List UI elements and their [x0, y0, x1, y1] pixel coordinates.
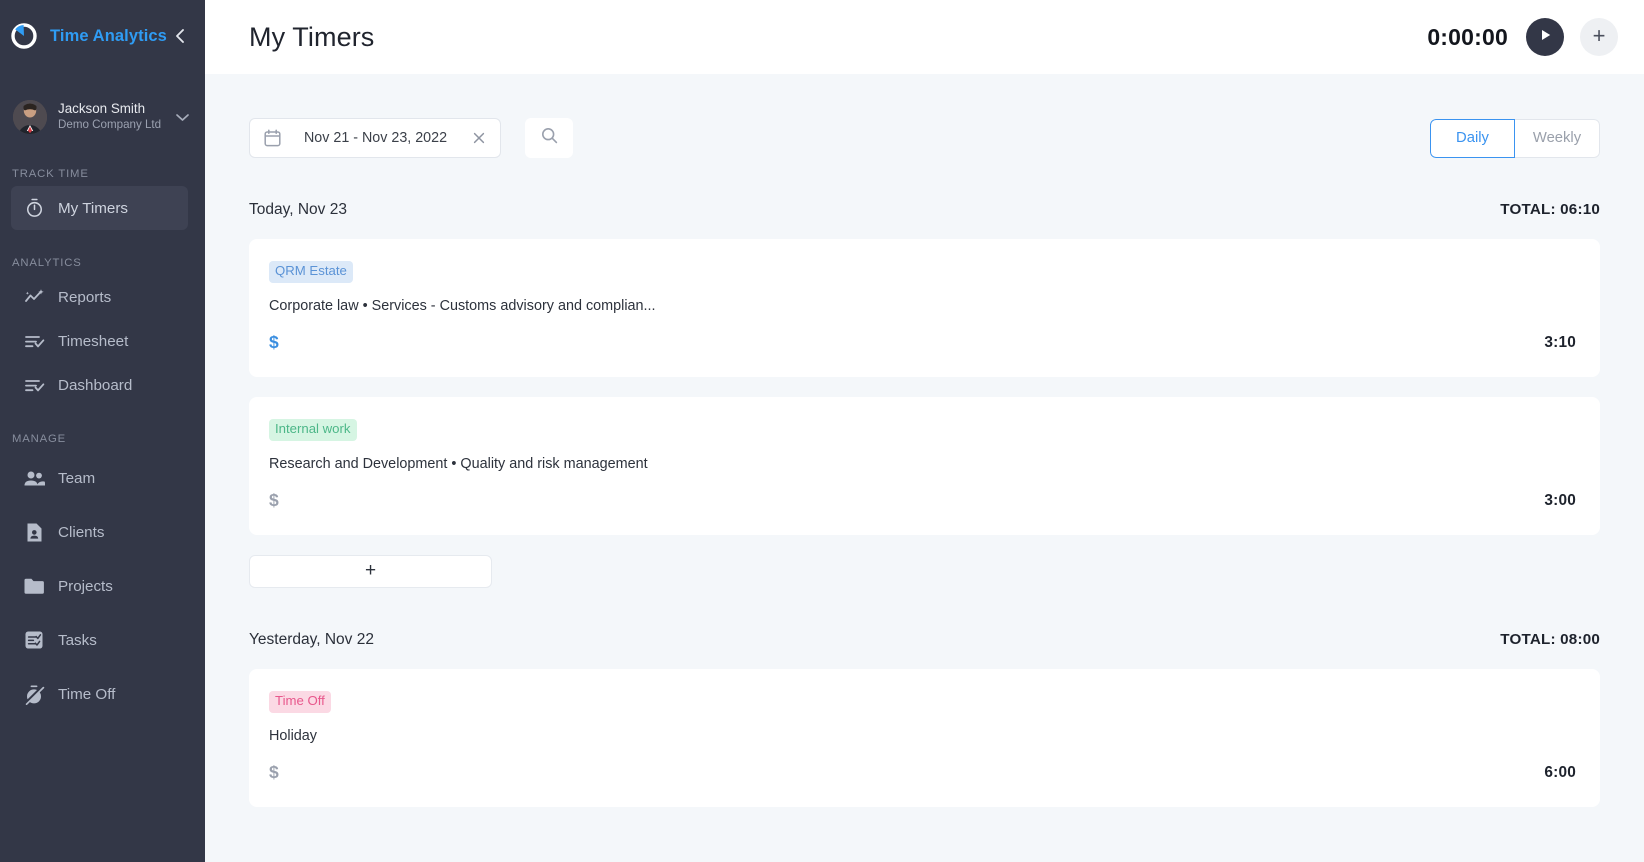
view-mode-toggle: Daily Weekly — [1430, 118, 1600, 158]
sidebar-item-label: Tasks — [58, 631, 97, 649]
timer-entry-card[interactable]: Internal work Research and Development •… — [249, 397, 1600, 535]
running-timer-display: 0:00:00 — [1427, 23, 1508, 50]
entry-duration: 3:00 — [1544, 491, 1576, 509]
sidebar-item-reports[interactable]: Reports — [11, 275, 188, 319]
contact-card-icon — [23, 521, 45, 543]
entry-footer: $ 3:10 — [269, 334, 1576, 352]
day-header-today: Today, Nov 23 TOTAL: 06:10 — [249, 201, 1600, 219]
analytics-sparkline-icon — [23, 286, 45, 308]
sidebar-item-label: Time Off — [58, 685, 116, 703]
nav-section-track-time-label: TRACK TIME — [12, 168, 89, 180]
sidebar-item-tasks[interactable]: Tasks — [11, 613, 188, 667]
project-chip: QRM Estate — [269, 261, 353, 283]
circular-timer-logo-icon — [8, 20, 40, 52]
date-range-value: Nov 21 - Nov 23, 2022 — [303, 130, 448, 146]
day-label: Yesterday, Nov 22 — [249, 631, 374, 648]
tab-daily[interactable]: Daily — [1430, 118, 1515, 158]
folder-icon — [23, 575, 45, 597]
play-icon — [1538, 27, 1553, 48]
chevron-down-icon[interactable] — [171, 106, 193, 128]
user-company: Demo Company Ltd — [58, 118, 162, 132]
sidebar-item-time-off[interactable]: Time Off — [11, 667, 188, 721]
sidebar-item-team[interactable]: Team — [11, 451, 188, 505]
page-title: My Timers — [249, 21, 375, 52]
day-total: TOTAL: 06:10 — [1500, 201, 1600, 218]
billable-indicator-icon[interactable]: $ — [269, 492, 279, 510]
stopwatch-icon — [23, 197, 45, 219]
search-button[interactable] — [525, 118, 573, 158]
sidebar-item-label: My Timers — [58, 199, 129, 217]
billable-indicator-icon[interactable]: $ — [269, 764, 279, 782]
add-entry-button[interactable]: + — [249, 555, 492, 588]
sidebar-item-label: Dashboard — [58, 376, 133, 394]
entry-footer: $ 3:00 — [269, 492, 1576, 510]
entry-footer: $ 6:00 — [269, 764, 1576, 782]
close-x-icon[interactable] — [470, 129, 488, 147]
topbar-actions: 0:00:00 + — [1427, 18, 1618, 56]
sidebar: Time Analytics Jackson Smith Demo Compan… — [0, 0, 205, 862]
sidebar-item-projects[interactable]: Projects — [11, 559, 188, 613]
people-icon — [23, 467, 45, 489]
project-chip: Time Off — [269, 691, 331, 713]
nav-section-manage-label: MANAGE — [12, 433, 67, 445]
project-chip: Internal work — [269, 419, 357, 441]
sidebar-item-my-timers[interactable]: My Timers — [11, 186, 188, 230]
entry-description: Research and Development • Quality and r… — [269, 455, 648, 472]
sidebar-item-label: Team — [58, 469, 96, 487]
day-total: TOTAL: 08:00 — [1500, 631, 1600, 648]
brand-row: Time Analytics — [0, 0, 205, 72]
main-area: My Timers 0:00:00 + Nov 21 - Nov 23, 202… — [205, 0, 1644, 862]
sidebar-item-label: Reports — [58, 288, 112, 306]
add-timer-button[interactable]: + — [1580, 18, 1618, 56]
start-timer-button[interactable] — [1526, 18, 1564, 56]
billable-indicator-icon[interactable]: $ — [269, 334, 279, 352]
sidebar-item-timesheet[interactable]: Timesheet — [11, 319, 188, 363]
brand-name: Time Analytics — [50, 26, 167, 45]
day-label: Today, Nov 23 — [249, 201, 347, 218]
timer-entry-card[interactable]: QRM Estate Corporate law • Services - Cu… — [249, 239, 1600, 377]
day-header-yesterday: Yesterday, Nov 22 TOTAL: 08:00 — [249, 631, 1600, 649]
entry-description: Corporate law • Services - Customs advis… — [269, 297, 656, 314]
tab-weekly[interactable]: Weekly — [1515, 118, 1600, 158]
sidebar-item-dashboard[interactable]: Dashboard — [11, 363, 188, 407]
avatar — [13, 100, 47, 134]
entry-duration: 3:10 — [1544, 333, 1576, 351]
list-check-icon — [23, 374, 45, 396]
search-icon — [540, 126, 559, 150]
stopwatch-off-icon — [23, 683, 45, 705]
entry-description: Holiday — [269, 727, 317, 744]
app-root: Time Analytics Jackson Smith Demo Compan… — [0, 0, 1644, 862]
task-list-icon — [23, 629, 45, 651]
topbar: My Timers 0:00:00 + — [205, 0, 1644, 74]
timer-entry-card[interactable]: Time Off Holiday $ 6:00 — [249, 669, 1600, 807]
sidebar-item-label: Projects — [58, 577, 113, 595]
list-check-icon — [23, 330, 45, 352]
sidebar-item-label: Clients — [58, 523, 105, 541]
calendar-icon — [264, 129, 281, 147]
filters-row: Nov 21 - Nov 23, 2022 Daily Weekly — [249, 74, 1600, 158]
user-meta: Jackson Smith Demo Company Ltd — [58, 101, 161, 132]
sidebar-item-clients[interactable]: Clients — [11, 505, 188, 559]
entry-duration: 6:00 — [1544, 763, 1576, 781]
nav-section-analytics-label: ANALYTICS — [12, 257, 82, 269]
content-area: Nov 21 - Nov 23, 2022 Daily Weekly Today… — [205, 74, 1644, 862]
date-range-picker[interactable]: Nov 21 - Nov 23, 2022 — [249, 118, 501, 158]
user-name: Jackson Smith — [58, 101, 146, 117]
sidebar-collapse-button[interactable] — [167, 23, 193, 49]
sidebar-item-label: Timesheet — [58, 332, 129, 350]
user-profile-row[interactable]: Jackson Smith Demo Company Ltd — [0, 86, 205, 148]
plus-icon: + — [1592, 22, 1606, 48]
